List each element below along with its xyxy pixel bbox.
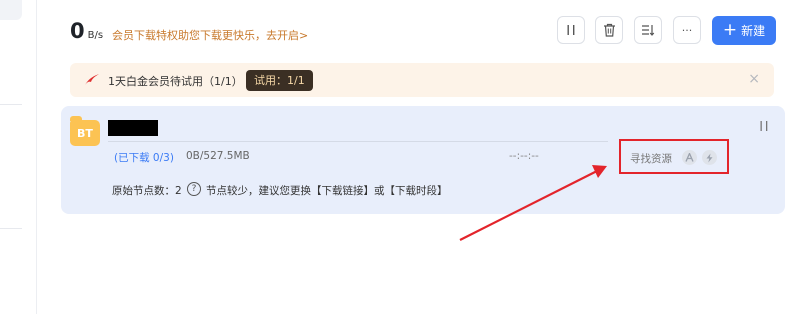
lightning-icon[interactable]	[702, 150, 717, 165]
task-name-redacted	[108, 120, 158, 136]
download-speed: 0 B/s	[70, 19, 103, 43]
speed-unit: B/s	[87, 30, 104, 41]
trash-icon	[603, 23, 615, 37]
bt-folder-icon: BT	[70, 116, 100, 146]
sidebar-divider	[0, 104, 22, 105]
accelerate-a-icon[interactable]	[682, 150, 697, 165]
swallow-logo-icon	[85, 74, 99, 85]
download-size: 0B/527.5MB	[186, 150, 250, 162]
sidebar-divider	[0, 228, 22, 229]
bt-type-label: BT	[77, 126, 93, 140]
speed-value: 0	[70, 19, 85, 43]
sidebar-item-active[interactable]	[0, 0, 22, 20]
progress-bar	[108, 141, 608, 142]
find-resources-highlight: 寻找资源	[619, 139, 729, 174]
new-task-label: 新建	[741, 24, 766, 38]
more-button[interactable]: ···	[673, 16, 701, 44]
pause-task-icon[interactable]	[759, 120, 769, 132]
trial-text: 1天白金会员待试用（1/1）	[108, 75, 243, 88]
close-icon[interactable]: ×	[748, 71, 760, 87]
new-task-button[interactable]: + 新建	[712, 16, 776, 45]
list-sort-icon	[642, 25, 655, 36]
sidebar	[0, 0, 37, 314]
sort-button[interactable]	[634, 16, 662, 44]
time-remaining: --:--:--	[509, 150, 539, 162]
trial-badge[interactable]: 试用：1/1	[246, 70, 313, 91]
vip-promo-link[interactable]: 会员下载特权助您下载更快乐，去开启>	[112, 27, 308, 43]
plus-icon: +	[722, 20, 738, 40]
pause-all-button[interactable]	[557, 16, 585, 44]
find-resources-button[interactable]: 寻找资源	[630, 151, 672, 166]
node-count: 原始节点数：2	[112, 185, 182, 197]
help-icon[interactable]: ?	[187, 182, 201, 196]
node-tip: 节点较少，建议您更换【下载链接】或【下载时段】	[206, 185, 448, 197]
task-item[interactable]: BT (已下载 0/3) 0B/527.5MB --:--:-- 寻找资源 原始…	[61, 106, 785, 214]
trial-banner: 1天白金会员待试用（1/1） 试用：1/1 ×	[70, 63, 774, 97]
delete-button[interactable]	[595, 16, 623, 44]
download-status: (已下载 0/3)	[114, 152, 174, 164]
pause-icon	[567, 25, 575, 35]
